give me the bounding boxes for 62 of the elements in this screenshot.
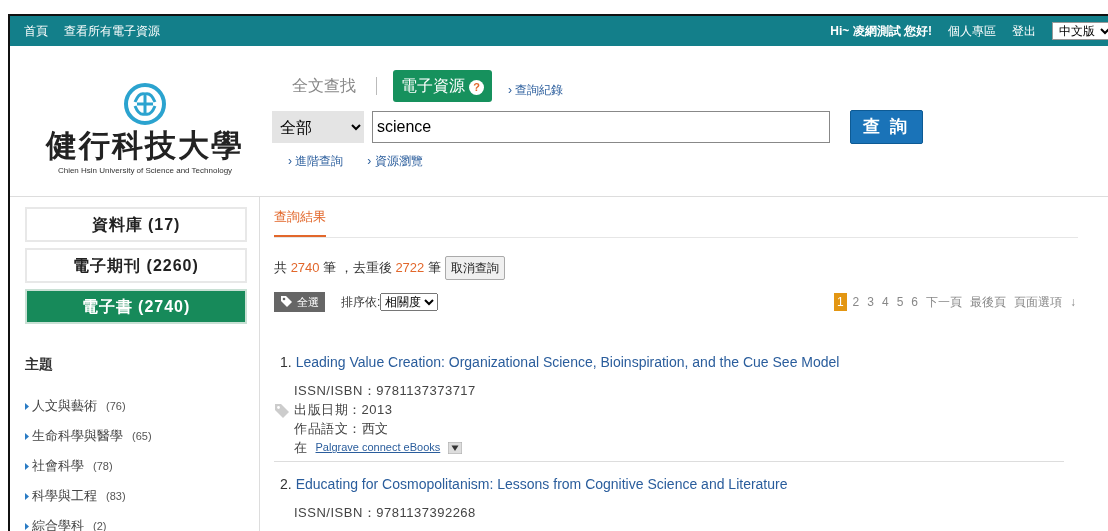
result-title-link[interactable]: Educating for Cosmopolitanism: Lessons from Cognitive Science and Literature — [295, 474, 788, 495]
result-number: 2. — [280, 475, 292, 494]
facet-count: (78) — [93, 458, 113, 474]
bullet-icon — [25, 432, 29, 440]
page-link[interactable]: 6 — [909, 292, 920, 311]
result-field: 出版日期：2013 — [294, 400, 1078, 419]
search-field[interactable]: science — [372, 111, 830, 143]
logo-subtitle: Chien Hsin University of Science and Technology — [57, 164, 233, 177]
tag-icon — [280, 295, 293, 309]
category-button[interactable]: 電子書 (2740) — [25, 289, 247, 324]
sort-label: 排序依: — [341, 293, 381, 311]
history-link[interactable]: › 查詢紀錄 — [508, 81, 564, 99]
dropdown-icon[interactable] — [448, 441, 463, 454]
page-nav-link[interactable]: 下一頁 — [924, 292, 964, 311]
page-link[interactable]: 4 — [879, 292, 891, 311]
bullet-icon — [25, 522, 29, 530]
logo-text: 健行科技大學 — [46, 129, 244, 161]
page-nav-link[interactable]: 頁面選項 — [1012, 292, 1064, 311]
nav-link[interactable]: 首頁 — [24, 22, 48, 40]
facet-link[interactable]: 人文與藝術 — [32, 396, 97, 416]
scope-select[interactable]: 全部 — [272, 111, 364, 143]
emblem-icon — [123, 81, 167, 126]
page-nav-link[interactable]: 最後頁 — [968, 292, 1008, 311]
facet-link[interactable]: 社會科學 — [32, 456, 84, 476]
source-link[interactable]: Palgrave connect eBooks — [315, 439, 441, 456]
result-field: 作品語文：西文 — [294, 419, 1078, 438]
select-all-button[interactable]: 全選 — [274, 291, 325, 312]
facet-title: 主題 — [25, 355, 54, 374]
search-tab[interactable]: 電子資源 ? — [393, 70, 492, 102]
facet-count: (76) — [106, 398, 126, 414]
greeting-text: Hi~ 凌網測試 您好! — [830, 23, 932, 40]
search-button[interactable]: 查 詢 — [850, 110, 923, 144]
nav-link[interactable]: 登出 — [1012, 22, 1036, 40]
page-link[interactable]: 5 — [894, 292, 906, 311]
nav-link[interactable]: 個人專區 — [948, 22, 996, 40]
search-tab[interactable]: 全文查找 — [288, 71, 360, 101]
result-field: ISSN/ISBN：9781137373717 — [294, 381, 1078, 400]
sort-arrow: ↓ — [1069, 293, 1077, 311]
source-prefix: 在 — [294, 439, 308, 457]
language-select[interactable]: 中文版 — [1052, 22, 1108, 40]
result-number: 1. — [280, 353, 292, 372]
sort-select[interactable]: 相關度 — [380, 292, 439, 311]
result-title-link[interactable]: Leading Value Creation: Organizational Science, Bioinspiration, and the Cue See Model — [295, 352, 840, 373]
bullet-icon — [25, 492, 29, 500]
bullet-icon — [25, 402, 29, 410]
results-tab[interactable]: 查詢結果 — [274, 207, 326, 237]
facet-count: (83) — [106, 488, 126, 504]
summary-text: 共 2740 筆 ，去重後 2722 筆 — [274, 258, 441, 277]
category-button[interactable]: 電子期刊 (2260) — [25, 248, 247, 283]
facet-link[interactable]: 生命科學與醫學 — [32, 426, 123, 446]
page-link[interactable]: 3 — [865, 292, 876, 311]
bullet-icon — [25, 462, 29, 470]
help-icon: ? — [469, 80, 484, 95]
search-link[interactable]: › 資源瀏覽 — [367, 152, 423, 170]
page-link[interactable]: 2 — [850, 292, 862, 311]
cancel-search-button[interactable]: 取消查詢 — [444, 255, 505, 280]
facet-link[interactable]: 科學與工程 — [32, 486, 97, 506]
nav-link[interactable]: 查看所有電子資源 — [64, 22, 160, 40]
result-field: ISSN/ISBN：9781137392268 — [294, 503, 1078, 522]
search-link[interactable]: › 進階查詢 — [288, 152, 344, 170]
facet-count: (65) — [132, 428, 152, 444]
category-button[interactable]: 資料庫 (17) — [25, 207, 247, 242]
